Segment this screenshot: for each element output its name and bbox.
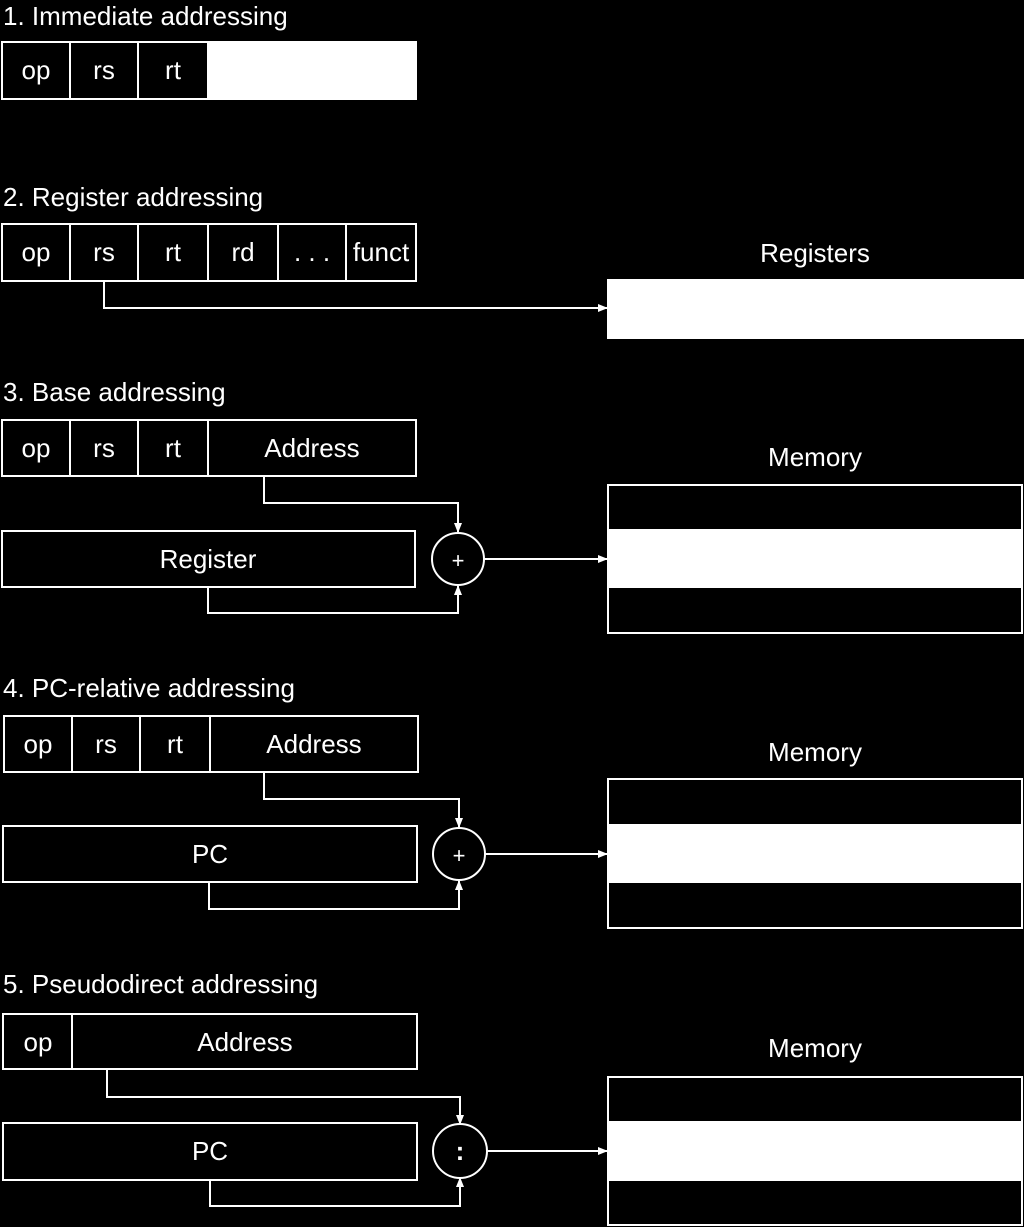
section-immediate-addressing: 1. Immediate addressing op rs rt	[1, 1, 417, 100]
arrow-pc-to-concat	[209, 1177, 464, 1207]
memory-label: Memory	[768, 442, 862, 472]
registers-label: Registers	[760, 238, 870, 268]
pc-label: PC	[192, 839, 228, 869]
instruction-format: op rs rt Address	[1, 419, 417, 477]
section-register-addressing: 2. Register addressing op rs rt rd . . .…	[1, 182, 1024, 339]
field-label: rt	[165, 55, 182, 85]
field-immediate	[207, 41, 417, 100]
field-label: funct	[353, 237, 410, 267]
arrow-address-to-concat	[106, 1069, 464, 1125]
field-label: Address	[264, 433, 359, 463]
field-label: . . .	[294, 237, 330, 267]
field-label: rs	[93, 433, 115, 463]
arrow-register-to-adder	[207, 585, 462, 614]
field-label: rs	[93, 55, 115, 85]
field-label: op	[22, 237, 51, 267]
section-title: 5. Pseudodirect addressing	[3, 969, 318, 999]
memory-label: Memory	[768, 737, 862, 767]
field-label: rs	[93, 237, 115, 267]
arrow-address-to-adder	[263, 772, 463, 828]
field-label: rs	[95, 729, 117, 759]
field-label: rd	[231, 237, 254, 267]
instruction-format: op Address	[2, 1013, 418, 1070]
section-title: 1. Immediate addressing	[3, 1, 288, 31]
field-label: Address	[197, 1027, 292, 1057]
arrow-pc-to-adder	[208, 880, 463, 910]
field-label: op	[22, 433, 51, 463]
section-title: 4. PC-relative addressing	[3, 673, 295, 703]
field-label: op	[24, 729, 53, 759]
concat-operator: :	[456, 1136, 465, 1166]
section-title: 3. Base addressing	[3, 377, 226, 407]
field-label: rt	[165, 433, 182, 463]
section-pseudodirect-addressing: 5. Pseudodirect addressing op Address PC…	[2, 969, 1023, 1226]
field-label: rt	[167, 729, 184, 759]
arrow-address-to-adder	[263, 476, 462, 533]
field-label: op	[22, 55, 51, 85]
memory-word-highlight	[607, 529, 1023, 588]
adder-operator: +	[453, 843, 466, 868]
adder-operator: +	[452, 548, 465, 573]
section-pc-relative-addressing: 4. PC-relative addressing op rs rt Addre…	[2, 673, 1023, 929]
memory-word-highlight	[607, 824, 1023, 883]
section-title: 2. Register addressing	[3, 182, 263, 212]
field-label: rt	[165, 237, 182, 267]
section-base-addressing: 3. Base addressing op rs rt Address Regi…	[1, 377, 1023, 634]
arrow-rs-to-registers	[103, 281, 608, 312]
field-label: Address	[266, 729, 361, 759]
memory-label: Memory	[768, 1033, 862, 1063]
pc-label: PC	[192, 1136, 228, 1166]
instruction-format: op rs rt	[1, 41, 417, 100]
field-label: op	[24, 1027, 53, 1057]
instruction-format: op rs rt Address	[3, 715, 419, 773]
addressing-modes-diagram: 1. Immediate addressing op rs rt 2. Regi…	[1, 1, 1024, 1226]
registers-block	[607, 279, 1024, 339]
instruction-format: op rs rt rd . . . funct	[1, 223, 417, 282]
memory-word-highlight	[607, 1121, 1023, 1181]
register-label: Register	[160, 544, 257, 574]
